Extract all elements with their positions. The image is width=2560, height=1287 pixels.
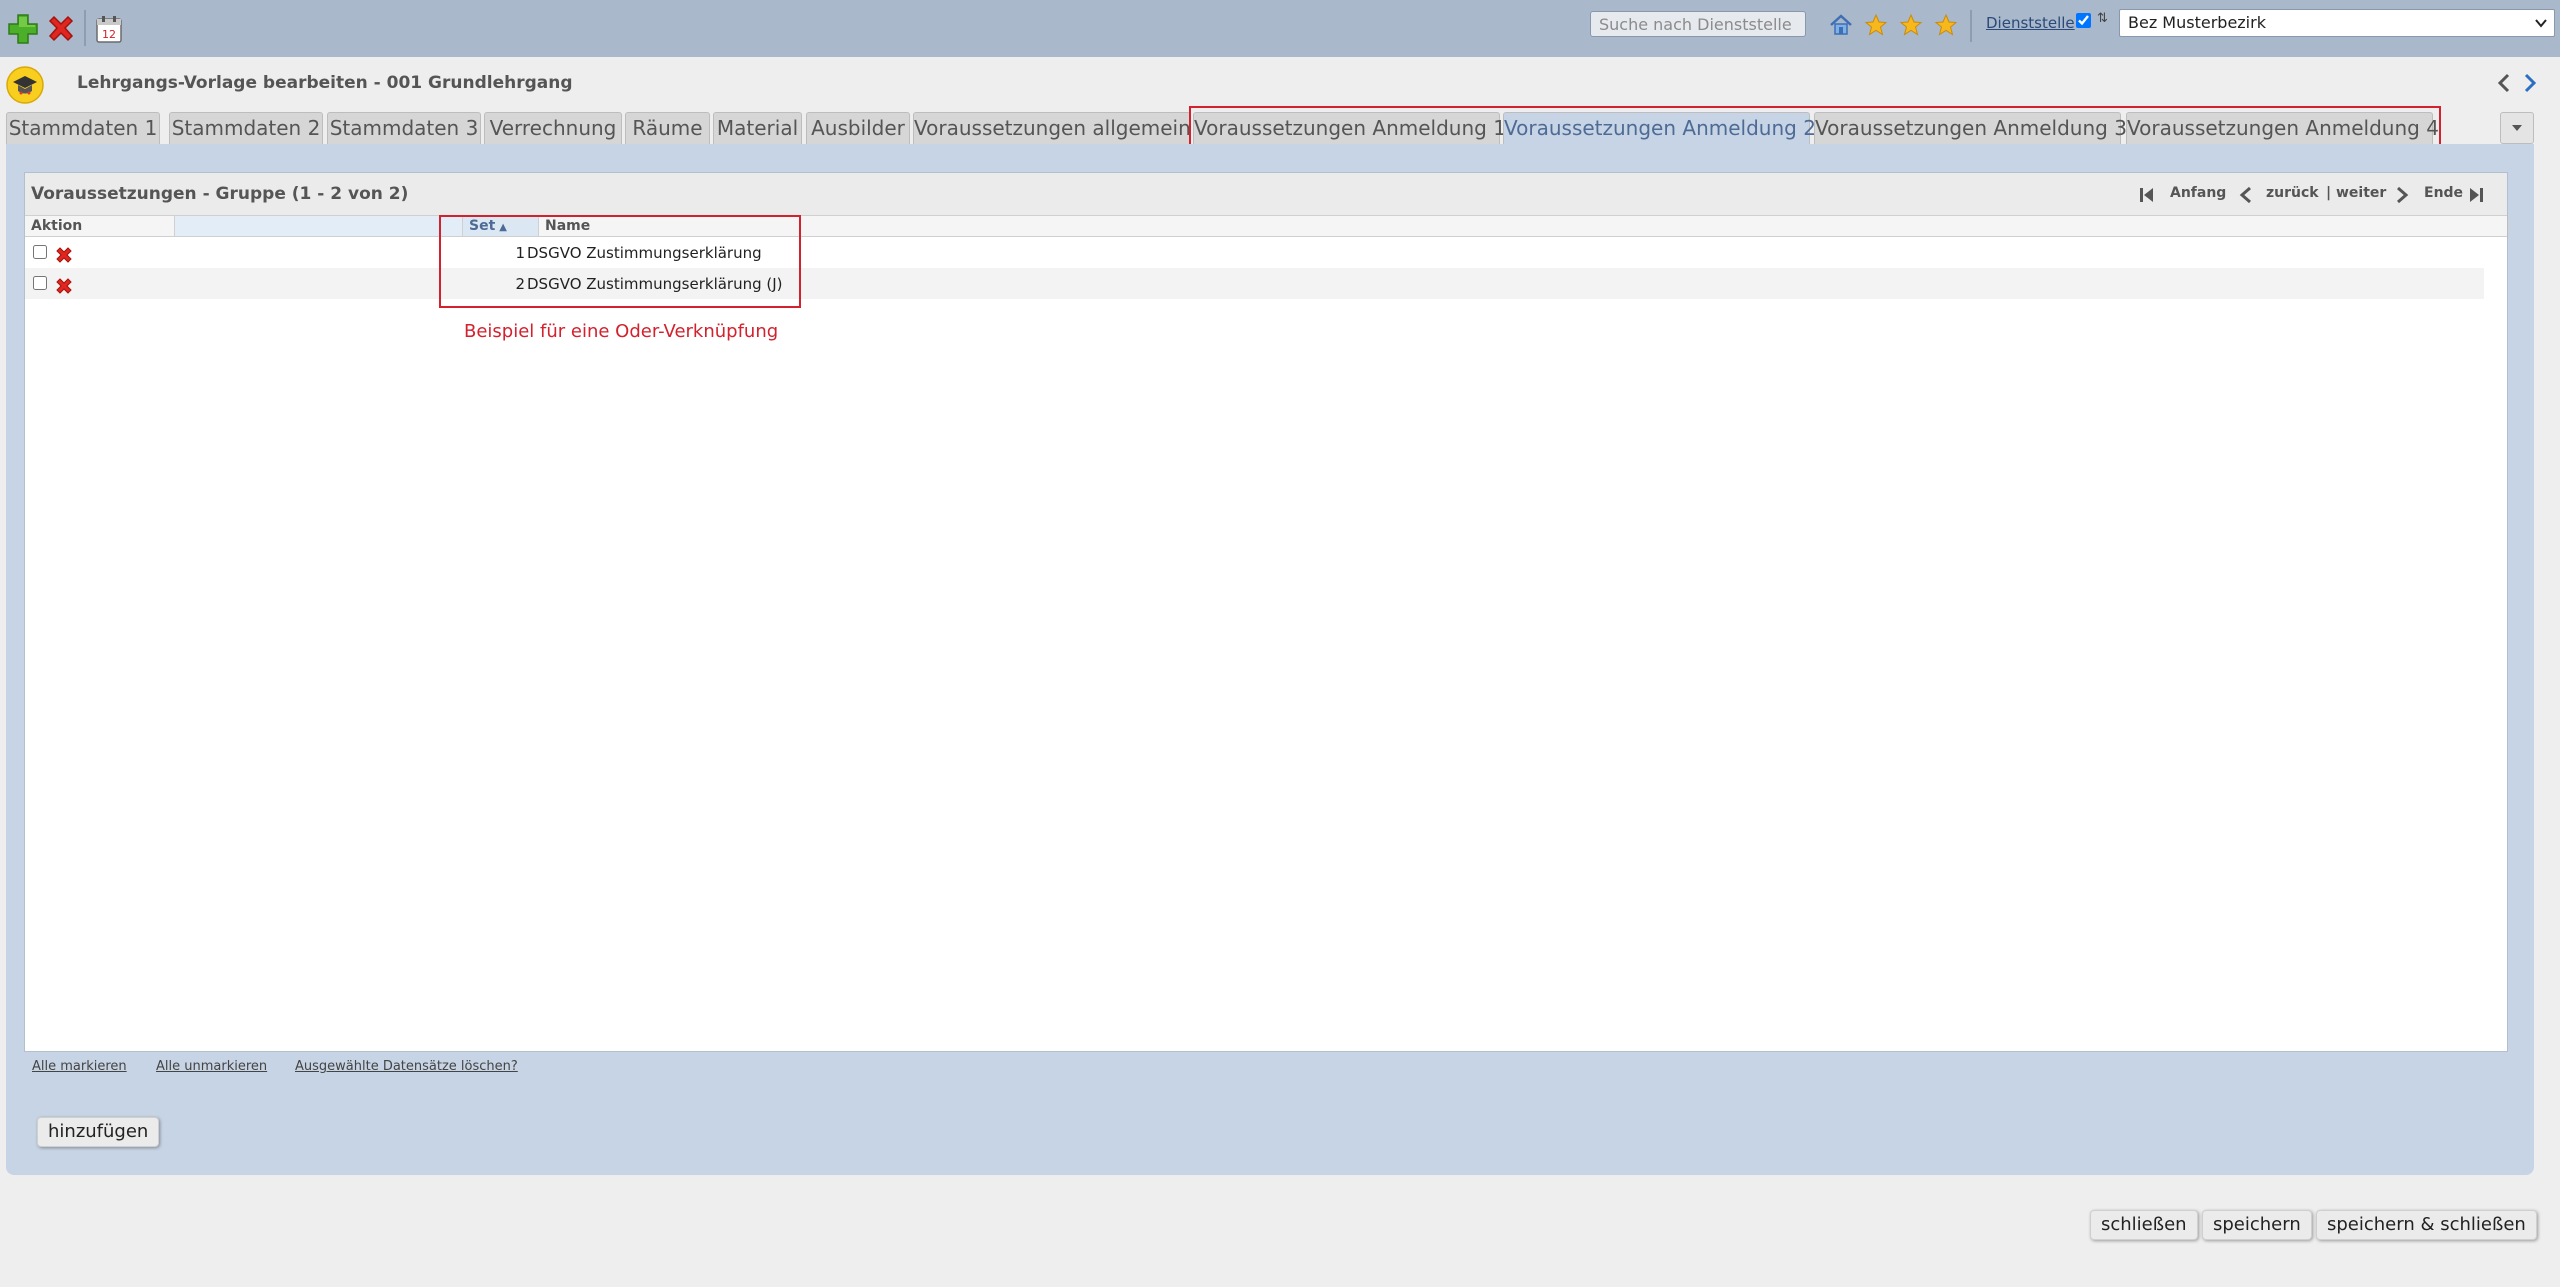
- last-page-icon[interactable]: [2467, 185, 2485, 205]
- table-row[interactable]: 1 DSGVO Zustimmungserklärung: [25, 237, 2484, 268]
- grid-header: Voraussetzungen - Gruppe (1 - 2 von 2) A…: [25, 173, 2507, 215]
- save-button[interactable]: speichern: [2202, 1210, 2312, 1240]
- requirements-grid: Voraussetzungen - Gruppe (1 - 2 von 2) A…: [24, 172, 2509, 1052]
- tab-stammdaten-1[interactable]: Stammdaten 1: [6, 112, 160, 144]
- tab-overflow-button[interactable]: [2500, 112, 2534, 144]
- next-record-icon[interactable]: [2522, 72, 2538, 94]
- tab-voraussetzungen-allgemein[interactable]: Voraussetzungen allgemein: [913, 112, 1191, 144]
- plus-icon[interactable]: [6, 12, 40, 46]
- column-header-set-label: Set: [469, 218, 496, 234]
- column-header-name[interactable]: Name: [539, 216, 2509, 236]
- add-button[interactable]: hinzufügen: [37, 1117, 160, 1147]
- sort-ascending-icon: ▲: [499, 222, 507, 233]
- pager-first[interactable]: Anfang: [2170, 185, 2226, 201]
- pager-last[interactable]: Ende: [2424, 185, 2463, 201]
- dienststelle-link[interactable]: Dienststelle: [1986, 14, 2075, 32]
- tab-material[interactable]: Material: [713, 112, 802, 144]
- toolbar-separator: [1970, 10, 1972, 42]
- dienststelle-checkbox[interactable]: [2076, 13, 2091, 28]
- cell-name: DSGVO Zustimmungserklärung: [527, 244, 762, 262]
- column-header-set[interactable]: Set ▲: [463, 216, 539, 236]
- dienststelle-value: Bez Musterbezirk: [2128, 13, 2266, 32]
- star-icon[interactable]: [1898, 12, 1924, 38]
- delete-icon[interactable]: [55, 246, 73, 264]
- cell-set: 1: [515, 244, 525, 262]
- caret-down-icon: [2512, 125, 2522, 131]
- previous-record-icon[interactable]: [2496, 72, 2512, 94]
- tab-räume[interactable]: Räume: [625, 112, 710, 144]
- pager-next[interactable]: | weiter: [2326, 185, 2386, 201]
- tab-voraussetzungen-anmeldung-2[interactable]: Voraussetzungen Anmeldung 2: [1503, 112, 1816, 144]
- calendar-day: 12: [102, 28, 116, 41]
- home-icon[interactable]: [1828, 12, 1854, 38]
- grid-column-headers: Aktion Set ▲ Name: [25, 215, 2509, 237]
- tab-stammdaten-2[interactable]: Stammdaten 2: [169, 112, 323, 144]
- tab-voraussetzungen-anmeldung-1[interactable]: Voraussetzungen Anmeldung 1: [1193, 112, 1506, 144]
- top-toolbar: 12 Dienststelle ⇅ Bez Musterbezirk: [0, 0, 2560, 57]
- unselect-all-link[interactable]: Alle unmarkieren: [156, 1059, 267, 1074]
- star-icon[interactable]: [1863, 12, 1889, 38]
- search-input[interactable]: [1590, 11, 1806, 37]
- toolbar-separator: [84, 10, 86, 46]
- annotation-text: Beispiel für eine Oder-Verknüpfung: [464, 321, 779, 342]
- dienststelle-select[interactable]: Bez Musterbezirk: [2119, 9, 2555, 37]
- next-page-icon[interactable]: [2393, 185, 2411, 205]
- delete-icon[interactable]: [55, 277, 73, 295]
- delete-icon[interactable]: [44, 12, 78, 46]
- calendar-icon[interactable]: 12: [92, 12, 126, 46]
- first-page-icon[interactable]: [2138, 185, 2156, 205]
- pager-prev[interactable]: zurück: [2266, 185, 2319, 201]
- prev-page-icon[interactable]: [2237, 185, 2255, 205]
- sort-updown-icon[interactable]: ⇅: [2097, 11, 2108, 26]
- grid-title: Voraussetzungen - Gruppe (1 - 2 von 2): [31, 184, 409, 204]
- column-header-blank[interactable]: [175, 216, 463, 236]
- page-title: Lehrgangs-Vorlage bearbeiten - 001 Grund…: [77, 73, 573, 93]
- save-close-button[interactable]: speichern & schließen: [2316, 1210, 2537, 1240]
- select-all-link[interactable]: Alle markieren: [32, 1059, 127, 1074]
- graduation-cap-logo-icon: [6, 66, 44, 104]
- row-checkbox[interactable]: [33, 276, 47, 290]
- star-icon[interactable]: [1933, 12, 1959, 38]
- chevron-down-icon: [2535, 19, 2547, 28]
- delete-selected-link[interactable]: Ausgewählte Datensätze löschen?: [295, 1059, 518, 1074]
- tab-verrechnung[interactable]: Verrechnung: [484, 112, 622, 144]
- tab-voraussetzungen-anmeldung-3[interactable]: Voraussetzungen Anmeldung 3: [1814, 112, 2127, 144]
- table-row[interactable]: 2 DSGVO Zustimmungserklärung (J): [25, 268, 2484, 299]
- row-checkbox[interactable]: [33, 245, 47, 259]
- close-button[interactable]: schließen: [2090, 1210, 2198, 1240]
- cell-name: DSGVO Zustimmungserklärung (J): [527, 275, 783, 293]
- cell-set: 2: [515, 275, 525, 293]
- tab-ausbilder[interactable]: Ausbilder: [806, 112, 910, 144]
- tab-stammdaten-3[interactable]: Stammdaten 3: [327, 112, 481, 144]
- column-header-aktion: Aktion: [25, 216, 175, 236]
- tab-voraussetzungen-anmeldung-4[interactable]: Voraussetzungen Anmeldung 4: [2126, 112, 2439, 144]
